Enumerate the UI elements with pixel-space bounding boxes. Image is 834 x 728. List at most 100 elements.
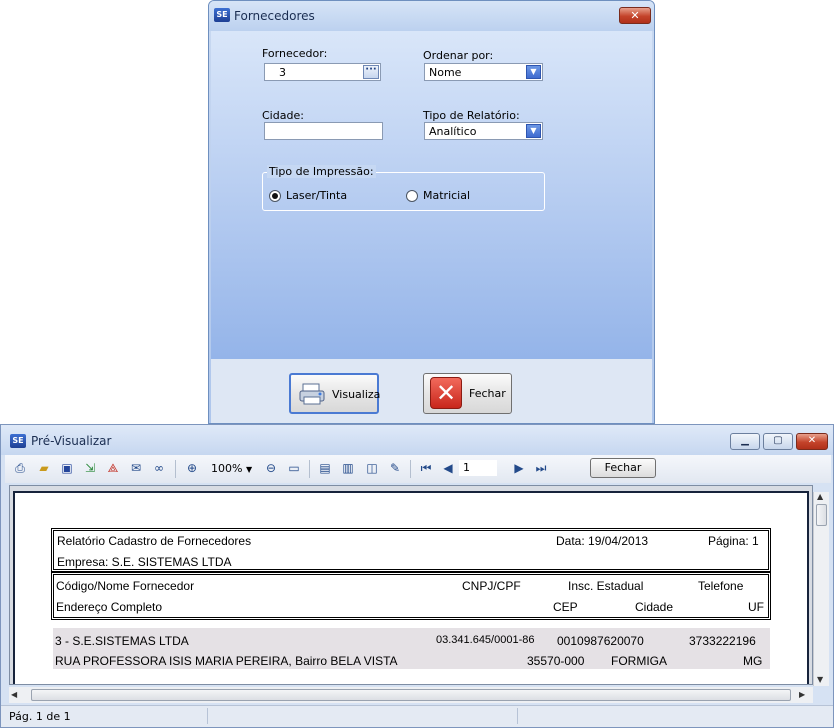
ordenar-dropdown-icon[interactable]: ▼: [526, 65, 541, 79]
row-uf: MG: [743, 654, 763, 668]
report-date: Data: 19/04/2013: [556, 534, 649, 548]
scroll-up-icon[interactable]: ▲: [817, 492, 823, 501]
scroll-down-icon[interactable]: ▼: [817, 675, 823, 684]
ordenar-label: Ordenar por:: [423, 49, 494, 62]
tipo-relatorio-label: Tipo de Relatório:: [423, 109, 520, 122]
fit-page-icon[interactable]: ▭: [285, 459, 303, 477]
vertical-scrollbar[interactable]: ▲ ▼: [813, 492, 829, 686]
vertical-scroll-thumb[interactable]: [816, 504, 827, 526]
horizontal-scrollbar[interactable]: ◀ ▶: [9, 687, 813, 703]
fornecedor-label: Fornecedor:: [262, 47, 328, 60]
row-insc: 0010987620070: [557, 634, 644, 648]
radio-selected-dot: [272, 193, 278, 199]
save-icon[interactable]: ▣: [58, 459, 76, 477]
minimize-button[interactable]: ▁: [730, 433, 760, 450]
app-logo-icon: SE: [214, 8, 230, 22]
pre-visualizar-window: SE Pré-Visualizar ▁ ▢ ✕ ⎙ ▰ ▣ ⇲ ⟁ ✉ ∞ ⊕ …: [0, 424, 834, 728]
ordenar-value: Nome: [429, 66, 462, 79]
book-view-icon[interactable]: ◫: [363, 459, 381, 477]
report-page-number: Página: 1: [708, 534, 759, 548]
find-binoculars-icon[interactable]: ∞: [150, 459, 168, 477]
export-icon[interactable]: ⇲: [81, 459, 99, 477]
report-page: Relatório Cadastro de Fornecedores Data:…: [13, 491, 809, 684]
col-insc: Insc. Estadual: [568, 579, 644, 593]
page-status: Pág. 1 de 1: [9, 710, 71, 723]
toolbar-separator: [410, 460, 411, 478]
preview-title: Pré-Visualizar: [31, 434, 112, 448]
preview-fechar-button[interactable]: Fechar: [590, 458, 656, 478]
toolbar-separator: [309, 460, 310, 478]
fornecedor-lookup-button[interactable]: ···: [363, 65, 379, 79]
tipo-impressao-label: Tipo de Impressão:: [267, 165, 376, 178]
horizontal-scroll-thumb[interactable]: [31, 689, 791, 701]
radio-matricial-option[interactable]: Matricial: [406, 189, 526, 203]
preview-close-button[interactable]: ✕: [796, 433, 828, 450]
dialog-close-button[interactable]: ✕: [619, 7, 651, 24]
col-endereco: Endereço Completo: [56, 600, 163, 614]
dialog-title: Fornecedores: [234, 9, 315, 23]
col-telefone: Telefone: [698, 579, 744, 593]
print-icon[interactable]: ⎙: [11, 459, 29, 477]
cidade-input[interactable]: [264, 122, 383, 140]
edit-icon[interactable]: ✎: [386, 459, 404, 477]
first-page-icon[interactable]: ⏮: [417, 459, 435, 477]
radio-laser-option[interactable]: Laser/Tinta: [269, 189, 389, 203]
status-divider: [207, 708, 208, 724]
previous-page-icon[interactable]: ◀: [439, 459, 457, 477]
pdf-icon[interactable]: ⟁: [104, 459, 122, 477]
app-logo-icon: SE: [10, 434, 26, 448]
row-cnpj: 03.341.645/0001-86: [436, 634, 535, 646]
col-cidade: Cidade: [635, 600, 674, 614]
printer-icon: [299, 383, 325, 405]
col-code-name: Código/Nome Fornecedor: [56, 579, 195, 593]
radio-matricial-label: Matricial: [423, 189, 471, 202]
fechar-label: Fechar: [469, 387, 506, 400]
zoom-out-icon[interactable]: ⊖: [262, 459, 280, 477]
col-cep: CEP: [553, 600, 578, 614]
preview-canvas[interactable]: Relatório Cadastro de Fornecedores Data:…: [9, 485, 813, 685]
zoom-in-icon[interactable]: ⊕: [183, 459, 201, 477]
radio-matricial[interactable]: [406, 190, 418, 202]
tipo-relatorio-value: Analítico: [429, 125, 477, 138]
visualiza-button[interactable]: Visualiza: [289, 373, 381, 414]
open-folder-icon[interactable]: ▰: [35, 459, 53, 477]
last-page-icon[interactable]: ⏭: [532, 459, 550, 477]
maximize-button[interactable]: ▢: [763, 433, 793, 450]
preview-toolbar: ⎙ ▰ ▣ ⇲ ⟁ ✉ ∞ ⊕ 100% ▼ ⊖ ▭ ▤ ▥ ◫ ✎ ⏮ ◀ 1…: [5, 455, 831, 483]
radio-laser[interactable]: [269, 190, 281, 202]
row-endereco: RUA PROFESSORA ISIS MARIA PEREIRA, Bairr…: [55, 654, 398, 668]
row-telefone: 3733222196: [689, 634, 756, 648]
col-cnpj: CNPJ/CPF: [462, 579, 521, 593]
row-cidade: FORMIGA: [611, 654, 667, 668]
dialog-form-area: Fornecedor: 3 ··· Ordenar por: Nome ▼ Ci…: [211, 31, 652, 359]
fechar-button[interactable]: ✕ Fechar: [423, 373, 512, 414]
scroll-left-icon[interactable]: ◀: [11, 690, 17, 699]
email-icon[interactable]: ✉: [127, 459, 145, 477]
report-company: Empresa: S.E. SISTEMAS LTDA: [57, 555, 232, 569]
status-divider: [517, 708, 518, 724]
visualiza-label: Visualiza: [332, 388, 381, 401]
status-bar: Pág. 1 de 1: [1, 705, 833, 727]
next-page-icon[interactable]: ▶: [510, 459, 528, 477]
scroll-right-icon[interactable]: ▶: [799, 690, 805, 699]
dialog-button-bar: Visualiza ✕ Fechar: [211, 359, 652, 423]
tipo-relatorio-dropdown-icon[interactable]: ▼: [526, 124, 541, 138]
multi-page-icon[interactable]: ▥: [339, 459, 357, 477]
zoom-value: 100%: [211, 462, 243, 475]
report-title: Relatório Cadastro de Fornecedores: [57, 534, 252, 548]
row-code-name: 3 - S.E.SISTEMAS LTDA: [55, 634, 189, 648]
fornecedores-dialog: SE Fornecedores ✕ Fornecedor: 3 ··· Orde…: [208, 0, 655, 424]
preview-titlebar[interactable]: SE Pré-Visualizar ▁ ▢ ✕: [1, 425, 833, 455]
chevron-down-icon: ▼: [245, 465, 253, 474]
dialog-titlebar[interactable]: SE Fornecedores ✕: [209, 1, 654, 31]
close-x-icon: ✕: [430, 377, 462, 409]
zoom-select[interactable]: 100% ▼: [211, 462, 252, 475]
single-page-icon[interactable]: ▤: [316, 459, 334, 477]
cidade-label: Cidade:: [262, 109, 304, 122]
col-uf: UF: [748, 600, 764, 614]
page-number-input[interactable]: 1: [459, 460, 497, 476]
row-cep: 35570-000: [527, 654, 585, 668]
radio-laser-label: Laser/Tinta: [286, 189, 348, 202]
fornecedor-value: 3: [279, 66, 286, 79]
toolbar-separator: [175, 460, 176, 478]
